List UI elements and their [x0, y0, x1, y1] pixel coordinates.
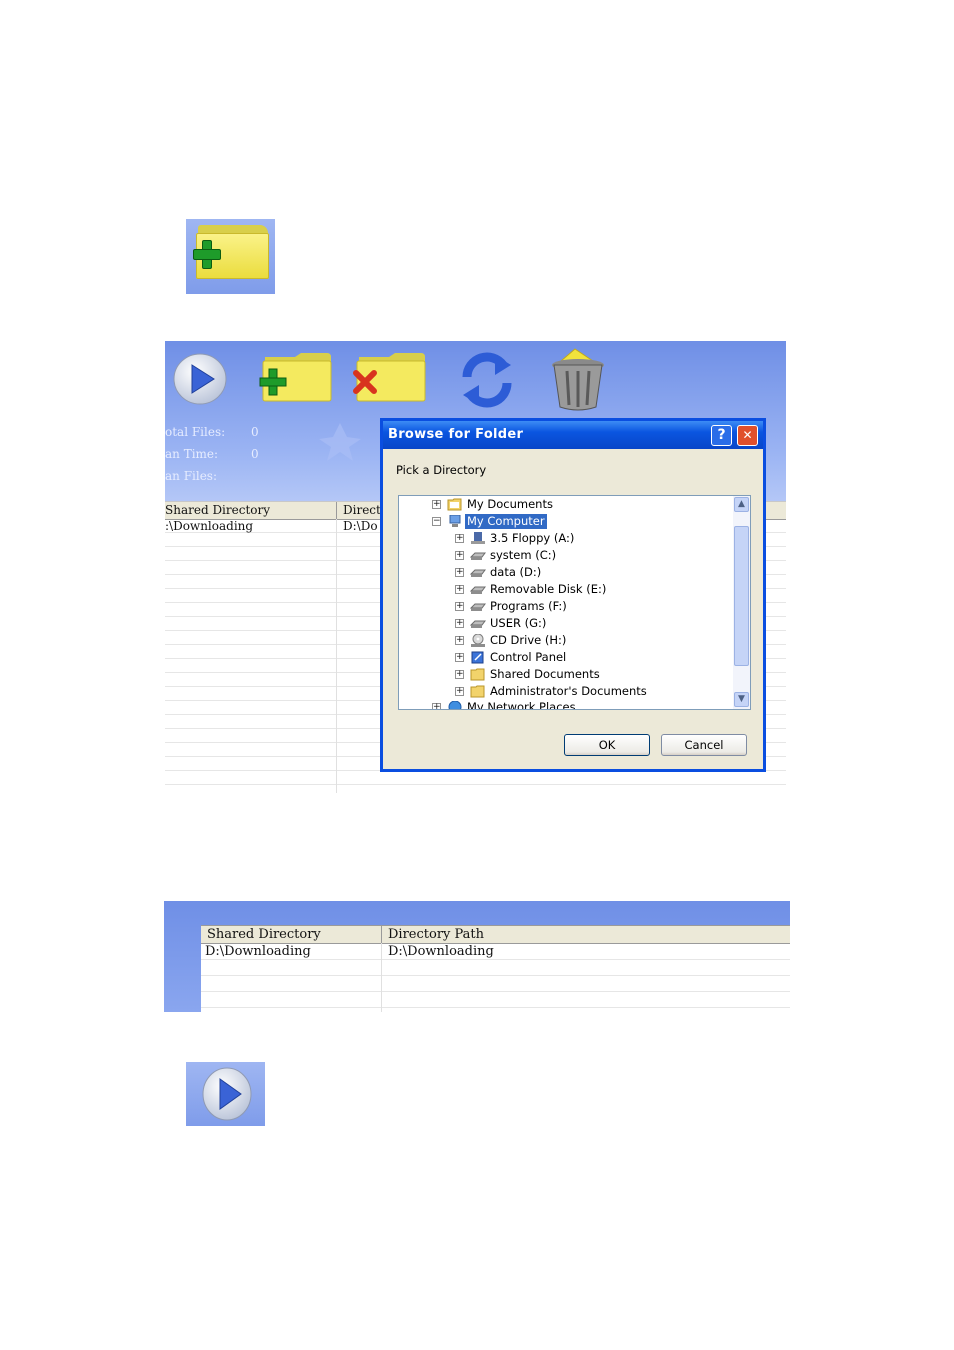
cancel-button[interactable]: Cancel [661, 734, 747, 756]
expander-icon[interactable]: + [455, 602, 464, 611]
expander-icon[interactable]: + [455, 585, 464, 594]
expander-icon[interactable]: + [455, 619, 464, 628]
ok-button[interactable]: OK [564, 734, 650, 756]
hard-drive-icon [470, 603, 486, 611]
network-places-icon [448, 701, 462, 709]
tree-item-label: USER (G:) [490, 616, 547, 630]
tree-item-administrators-documents[interactable]: + Administrator's Documents [399, 684, 732, 700]
tree-item-label: Shared Documents [490, 667, 600, 681]
recycle-bin-icon[interactable] [547, 347, 609, 413]
play-icon [202, 1067, 252, 1121]
tree-item-label: Administrator's Documents [490, 684, 647, 698]
close-button[interactable]: ✕ [737, 425, 758, 446]
folder-tree[interactable]: + My Documents − My Computer + 3.5 Flopp… [398, 495, 751, 710]
total-files-label: otal Files: [165, 425, 226, 439]
tree-item-my-computer[interactable]: − My Computer [399, 514, 732, 530]
folder-icon [470, 668, 485, 681]
expander-icon[interactable]: + [455, 670, 464, 679]
tree-item-label: Programs (F:) [490, 599, 567, 613]
hard-drive-icon [470, 569, 486, 577]
watermark-logo-icon [319, 423, 361, 461]
removable-disk-icon [470, 586, 486, 594]
tree-item-label: My Computer [465, 514, 547, 529]
tree-item-label: My Network Places [467, 700, 576, 710]
shared-directory-grid-screenshot: Shared Directory Directory Path D:\Downl… [164, 901, 790, 1012]
tree-item-floppy[interactable]: + 3.5 Floppy (A:) [399, 531, 732, 547]
dialog-title: Browse for Folder [388, 427, 524, 442]
shared-directory-cell: :\Downloading [165, 519, 254, 533]
col-shared-directory-header[interactable]: Shared Directory [207, 927, 321, 942]
tree-item-label: data (D:) [490, 565, 542, 579]
scroll-up-arrow-icon[interactable]: ▲ [734, 497, 749, 512]
computer-icon [449, 515, 461, 527]
shared-directory-cell: D:\Downloading [205, 944, 311, 959]
tree-item-label: Removable Disk (E:) [490, 582, 607, 596]
expander-icon[interactable]: + [455, 534, 464, 543]
hard-drive-icon [470, 620, 486, 628]
floppy-drive-icon [471, 532, 485, 544]
expander-icon[interactable]: + [455, 568, 464, 577]
expander-icon[interactable]: + [432, 703, 441, 709]
col-directory-path-header[interactable]: Direct [343, 503, 381, 517]
table-row[interactable] [201, 976, 790, 992]
scroll-thumb[interactable] [734, 526, 749, 666]
table-row[interactable] [201, 992, 790, 1008]
tree-item-control-panel[interactable]: + Control Panel [399, 650, 732, 666]
tree-item-label: My Documents [467, 497, 553, 511]
my-documents-folder-icon [447, 498, 462, 511]
dialog-titlebar[interactable]: Browse for Folder ? ✕ [383, 421, 763, 449]
expander-icon[interactable]: + [455, 551, 464, 560]
tree-item-shared-documents[interactable]: + Shared Documents [399, 667, 732, 683]
directory-path-cell: D:\Do [343, 519, 378, 533]
col-directory-path-header[interactable]: Directory Path [388, 927, 484, 942]
directory-path-cell: D:\Downloading [388, 944, 494, 959]
control-panel-icon [471, 651, 484, 664]
table-row[interactable] [201, 960, 790, 976]
add-folder-icon-tile [186, 219, 275, 294]
tree-item-removable-e[interactable]: + Removable Disk (E:) [399, 582, 732, 598]
scan-files-label: an Files: [165, 469, 218, 483]
total-files-value: 0 [251, 425, 259, 439]
tree-item-label: system (C:) [490, 548, 557, 562]
play-icon-tile [186, 1062, 265, 1126]
scan-time-value: 0 [251, 447, 259, 461]
tree-item-cd-drive[interactable]: + CD Drive (H:) [399, 633, 732, 649]
browse-folder-dialog: Browse for Folder ? ✕ Pick a Directory +… [380, 418, 766, 772]
refresh-icon[interactable] [457, 351, 517, 409]
remove-folder-icon[interactable] [351, 353, 427, 403]
table-row[interactable] [165, 771, 786, 785]
folder-icon [470, 685, 485, 698]
tree-item-programs-f[interactable]: + Programs (F:) [399, 599, 732, 615]
tree-item-my-documents[interactable]: + My Documents [399, 497, 732, 513]
tree-item-label: CD Drive (H:) [490, 633, 567, 647]
table-row[interactable]: D:\Downloading D:\Downloading [201, 944, 790, 960]
col-shared-directory-header[interactable]: Shared Directory [165, 503, 270, 517]
dialog-prompt: Pick a Directory [396, 463, 487, 477]
scroll-down-arrow-icon[interactable]: ▼ [734, 692, 749, 707]
hard-drive-icon [470, 552, 486, 560]
expander-icon[interactable]: − [432, 517, 441, 526]
tree-item-user-g[interactable]: + USER (G:) [399, 616, 732, 632]
tree-item-label: 3.5 Floppy (A:) [490, 531, 575, 545]
grid-header: Shared Directory Directory Path [201, 925, 790, 944]
expander-icon[interactable]: + [455, 653, 464, 662]
expander-icon[interactable]: + [432, 500, 441, 509]
expander-icon[interactable]: + [455, 687, 464, 696]
tree-item-my-network-places[interactable]: + My Network Places [399, 700, 732, 710]
shared-directory-grid: Shared Directory Directory Path D:\Downl… [201, 925, 790, 1012]
help-button[interactable]: ? [711, 425, 732, 446]
tree-scrollbar[interactable]: ▲ ▼ [733, 496, 750, 709]
play-icon[interactable] [172, 353, 228, 405]
add-folder-icon[interactable] [257, 353, 333, 403]
expander-icon[interactable]: + [455, 636, 464, 645]
tree-item-system-c[interactable]: + system (C:) [399, 548, 732, 564]
tree-item-data-d[interactable]: + data (D:) [399, 565, 732, 581]
tree-item-label: Control Panel [490, 650, 567, 664]
cd-drive-icon [471, 634, 485, 647]
scan-time-label: an Time: [165, 447, 219, 461]
